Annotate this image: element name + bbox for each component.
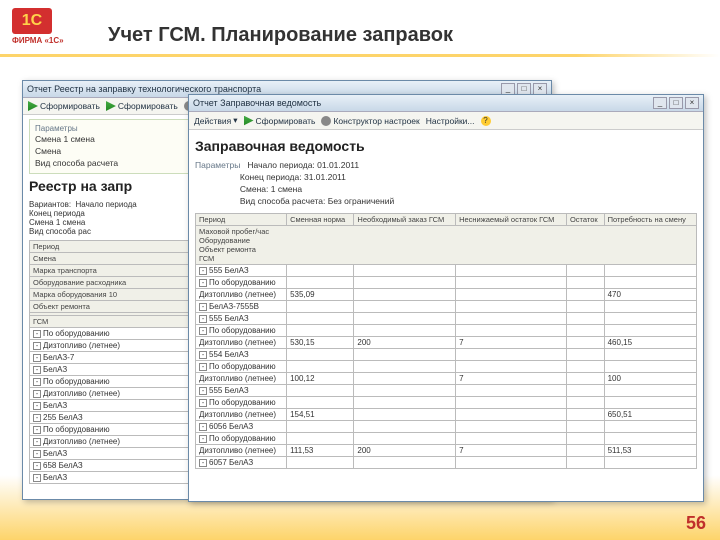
window-statement: Отчет Заправочная ведомость _ □ × Действ…: [188, 94, 704, 502]
tree-toggle[interactable]: -: [199, 435, 207, 443]
close-button[interactable]: ×: [685, 97, 699, 109]
table-row[interactable]: Дизтопливо (летнее)100,127100: [196, 372, 697, 384]
tree-toggle[interactable]: -: [199, 315, 207, 323]
run-button[interactable]: Сформировать: [28, 101, 100, 111]
tree-toggle[interactable]: -: [33, 342, 41, 350]
done-button[interactable]: Сформировать: [106, 101, 178, 111]
tree-toggle[interactable]: -: [33, 378, 41, 386]
tree-toggle[interactable]: -: [199, 399, 207, 407]
window-title-text: Отчет Заправочная ведомость: [193, 98, 321, 108]
tree-toggle[interactable]: -: [33, 474, 41, 482]
report-title: Заправочная ведомость: [195, 138, 697, 154]
tree-toggle[interactable]: -: [33, 462, 41, 470]
help-icon: ?: [481, 116, 491, 126]
tree-toggle[interactable]: -: [199, 279, 207, 287]
col-header: Остаток: [566, 213, 604, 225]
table-row[interactable]: -555 БелАЗ: [196, 384, 697, 396]
table-row[interactable]: Дизтопливо (летнее)530,152007460,15: [196, 336, 697, 348]
title-underline: [0, 54, 720, 57]
tree-toggle[interactable]: -: [33, 330, 41, 338]
run-button[interactable]: Сформировать: [244, 116, 316, 126]
col-header: Неснижаемый остаток ГСМ: [456, 213, 567, 225]
logo-badge: 1C: [12, 8, 52, 34]
toolbar: Действия ▾ Сформировать Конструктор наст…: [189, 112, 703, 130]
tree-toggle[interactable]: -: [199, 459, 207, 467]
tree-toggle[interactable]: -: [199, 387, 207, 395]
window-titlebar[interactable]: Отчет Заправочная ведомость _ □ ×: [189, 95, 703, 112]
page-number: 56: [686, 513, 706, 534]
table-row[interactable]: -По оборудованию: [196, 360, 697, 372]
col-header: Потребность на смену: [604, 213, 696, 225]
settings-button[interactable]: Настройки...: [426, 116, 475, 126]
actions-menu[interactable]: Действия ▾: [194, 115, 238, 126]
tree-toggle[interactable]: -: [33, 426, 41, 434]
table-row[interactable]: -По оборудованию: [196, 432, 697, 444]
slide-title: Учет ГСМ. Планирование заправок: [108, 24, 453, 47]
col-header: Необходимый заказ ГСМ: [354, 213, 456, 225]
table-row[interactable]: Дизтопливо (летнее)154,51650,51: [196, 408, 697, 420]
table-row[interactable]: -По оборудованию: [196, 276, 697, 288]
tree-toggle[interactable]: -: [199, 351, 207, 359]
tree-toggle[interactable]: -: [199, 303, 207, 311]
tree-toggle[interactable]: -: [33, 366, 41, 374]
play-icon: [28, 101, 38, 111]
table-row[interactable]: -По оборудованию: [196, 396, 697, 408]
col-header: Период: [196, 213, 287, 225]
tree-toggle[interactable]: -: [33, 414, 41, 422]
table-row[interactable]: -6056 БелАЗ: [196, 420, 697, 432]
col-header: Сменная норма: [287, 213, 354, 225]
constructor-button[interactable]: Конструктор настроек: [321, 116, 419, 126]
table-row[interactable]: -БелАЗ-7555В: [196, 300, 697, 312]
tree-toggle[interactable]: -: [33, 438, 41, 446]
window-title-text: Отчет Реестр на заправку технологическог…: [27, 84, 261, 94]
table-row[interactable]: Дизтопливо (летнее)535,09470: [196, 288, 697, 300]
logo-subtext: ФИРМА «1С»: [12, 36, 80, 45]
table-row[interactable]: -6057 БелАЗ: [196, 456, 697, 468]
minimize-button[interactable]: _: [653, 97, 667, 109]
table-row[interactable]: -555 БелАЗ: [196, 312, 697, 324]
play-icon: [106, 101, 116, 111]
tree-toggle[interactable]: -: [199, 267, 207, 275]
table-row[interactable]: Дизтопливо (летнее)111,532007511,53: [196, 444, 697, 456]
tree-toggle[interactable]: -: [199, 327, 207, 335]
param-block: Параметры Начало периода: 01.01.2011 Кон…: [195, 160, 697, 208]
tree-toggle[interactable]: -: [33, 450, 41, 458]
statement-table: ПериодСменная нормаНеобходимый заказ ГСМ…: [195, 213, 697, 469]
tree-toggle[interactable]: -: [33, 354, 41, 362]
help-button[interactable]: ?: [481, 116, 491, 126]
tree-toggle[interactable]: -: [199, 363, 207, 371]
tree-toggle[interactable]: -: [33, 402, 41, 410]
maximize-button[interactable]: □: [669, 97, 683, 109]
gear-icon: [321, 116, 331, 126]
table-row[interactable]: -554 БелАЗ: [196, 348, 697, 360]
tree-toggle[interactable]: -: [199, 423, 207, 431]
table-row[interactable]: -555 БелАЗ: [196, 264, 697, 276]
tree-toggle[interactable]: -: [33, 390, 41, 398]
table-row[interactable]: -По оборудованию: [196, 324, 697, 336]
play-icon: [244, 116, 254, 126]
